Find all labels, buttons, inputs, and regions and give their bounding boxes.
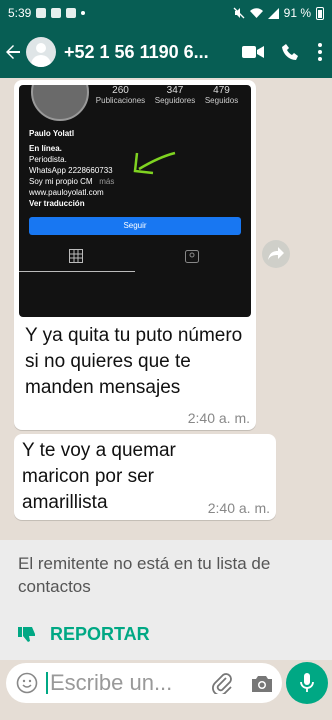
microphone-icon — [300, 673, 314, 692]
instagram-name: Paulo Yolatl — [29, 129, 75, 138]
grid-icon — [69, 249, 83, 263]
contact-title[interactable]: +52 1 56 1190 6... — [64, 42, 214, 63]
signal-icon — [267, 7, 279, 19]
image-message-bubble[interactable]: 260 Publicaciones 347 Seguidores 479 Seg… — [14, 80, 256, 430]
message-time: 2:40 a. m. — [207, 500, 270, 516]
chat-area[interactable]: 260 Publicaciones 347 Seguidores 479 Seg… — [0, 78, 332, 540]
contact-avatar[interactable] — [26, 37, 56, 67]
stat-value: 260 — [112, 85, 129, 96]
more-options-icon[interactable] — [318, 43, 322, 61]
bio-line: WhatsApp 2228660733 — [29, 166, 113, 175]
bio-line-with-more: Soy mi propio CM más — [29, 176, 114, 187]
status-bar: 5:39 91 % — [0, 0, 332, 26]
instagram-tabs — [19, 243, 251, 273]
instagram-stat: 347 Seguidores — [155, 85, 195, 105]
report-button[interactable]: REPORTAR — [18, 624, 150, 645]
stat-label: Seguidores — [154, 96, 196, 105]
mail-notification-icon — [51, 8, 62, 18]
instagram-screenshot-image[interactable]: 260 Publicaciones 347 Seguidores 479 Seg… — [19, 85, 251, 317]
voice-message-button[interactable] — [286, 662, 328, 704]
wifi-icon — [249, 7, 263, 18]
green-arrow-drawing — [133, 151, 176, 175]
back-button[interactable] — [0, 26, 26, 78]
instagram-bio: En línea. Periodista. WhatsApp 222866073… — [29, 143, 114, 209]
whatsapp-notification-icon — [66, 8, 77, 18]
more-notifications-icon — [81, 11, 86, 15]
stat-value: 347 — [166, 85, 184, 96]
tagged-icon — [185, 250, 199, 263]
stat-label: Publicaciones — [95, 96, 146, 105]
battery-percent: 91 % — [283, 6, 311, 20]
voice-call-icon[interactable] — [282, 43, 300, 61]
bio-line: Soy mi propio CM — [29, 177, 93, 186]
unknown-sender-banner: El remitente no está en tu lista de cont… — [0, 540, 332, 660]
video-call-icon[interactable] — [242, 44, 264, 60]
instagram-stats: 260 Publicaciones 347 Seguidores 479 Seg… — [91, 85, 243, 105]
mute-icon — [233, 7, 245, 19]
bio-line: www.pauloyolatl.com — [29, 188, 104, 197]
bio-line: Ver traducción — [29, 199, 85, 208]
unknown-sender-text: El remitente no está en tu lista de cont… — [18, 554, 271, 596]
report-label: REPORTAR — [50, 624, 150, 644]
stat-value: 479 — [213, 85, 230, 96]
thumbs-down-icon — [18, 626, 35, 642]
back-arrow-icon — [6, 45, 20, 59]
message-input-container[interactable] — [6, 663, 282, 703]
bio-line: En línea. — [29, 144, 62, 153]
message-time: 2:40 a. m. — [187, 410, 250, 426]
text-caret — [46, 672, 48, 694]
avatar-head — [36, 43, 46, 53]
message-text: Y te voy a quemar maricon por ser amaril… — [22, 440, 176, 513]
avatar-body — [31, 55, 51, 67]
gallery-notification-icon — [36, 8, 47, 18]
stat-label: Seguidos — [204, 96, 239, 105]
status-time: 5:39 — [8, 6, 32, 20]
instagram-follow-button: Seguir — [29, 217, 241, 235]
text-message-bubble[interactable]: Y te voy a quemar maricon por ser amaril… — [14, 434, 276, 520]
bio-line: Periodista. — [29, 155, 67, 164]
tab-underline — [19, 271, 135, 272]
composer-bar — [0, 660, 332, 720]
instagram-stat: 260 Publicaciones — [96, 85, 145, 105]
forward-button[interactable] — [262, 240, 290, 268]
forward-icon — [268, 247, 284, 260]
instagram-profile-photo — [31, 85, 89, 121]
bio-more-link: más — [99, 177, 115, 186]
attach-icon[interactable] — [212, 672, 232, 694]
message-caption: Y ya quita tu puto número si no quieres … — [25, 325, 243, 398]
emoji-icon[interactable] — [16, 672, 38, 694]
instagram-stat: 479 Seguidos — [205, 85, 238, 105]
message-input[interactable] — [50, 670, 200, 696]
camera-icon[interactable] — [252, 674, 272, 692]
battery-icon — [316, 6, 324, 20]
chat-header: +52 1 56 1190 6... — [0, 26, 332, 78]
